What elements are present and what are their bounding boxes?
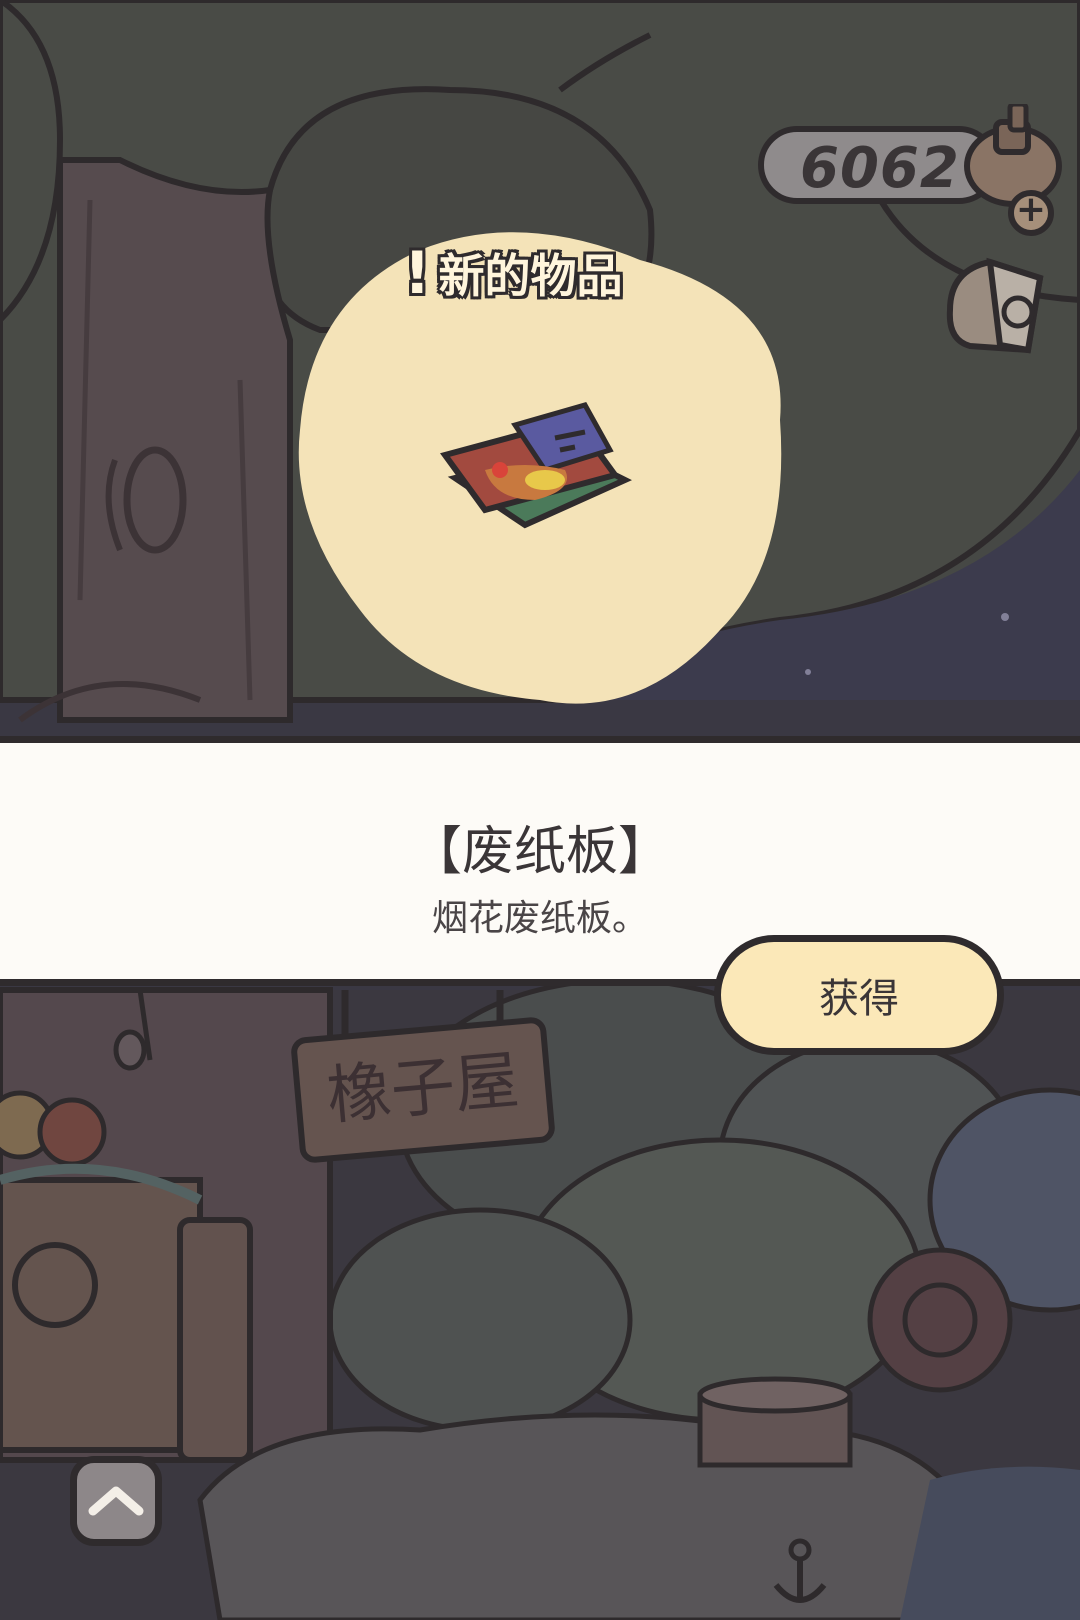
clover-count: 6062 <box>800 136 960 201</box>
obtain-button-label: 获得 <box>819 976 899 1022</box>
item-name: 【废纸板】 <box>409 822 670 882</box>
item-description: 烟花废纸板。 <box>431 898 648 939</box>
add-clover-button[interactable]: + <box>1008 190 1054 236</box>
postcard-icon[interactable] <box>940 250 1050 360</box>
plus-icon: + <box>1015 189 1047 230</box>
obtain-button[interactable]: 获得 <box>714 935 1004 1055</box>
chevron-up-icon <box>88 1486 144 1516</box>
clover-counter[interactable]: 6062 + <box>758 104 1080 236</box>
exclamation-icon: ! <box>404 239 431 307</box>
expand-up-button[interactable] <box>70 1456 162 1546</box>
new-item-header: ! 新的物品 <box>404 238 622 308</box>
new-item-title: 新的物品 <box>438 249 623 303</box>
